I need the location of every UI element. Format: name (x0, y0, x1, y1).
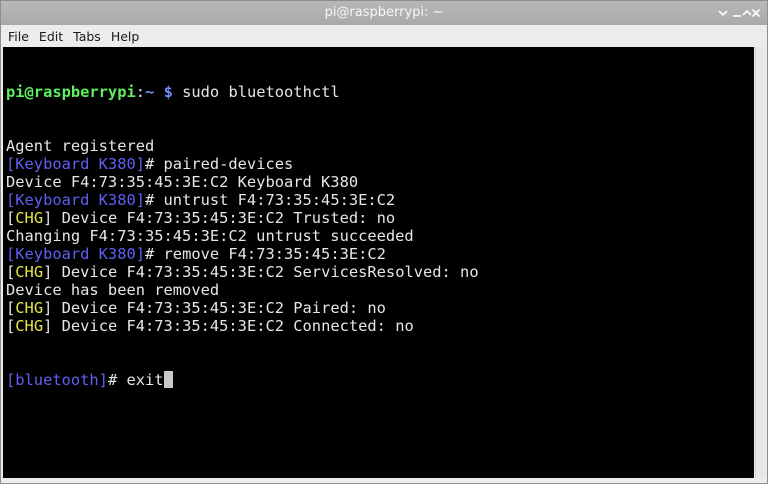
output-text: # remove F4:73:35:45:3E:C2 (145, 245, 386, 263)
menu-tabs[interactable]: Tabs (68, 29, 106, 44)
output-text: ] Device F4:73:35:45:3E:C2 Trusted: no (43, 209, 396, 227)
terminal-window: pi@raspberrypi: ~ File Edit Tabs Help pi… (0, 0, 768, 484)
chg-tag: CHG (15, 209, 44, 227)
prompt-path: ~ (145, 83, 155, 101)
text-cursor (163, 371, 173, 388)
output-text: [ (6, 209, 16, 227)
output-line: [CHG] Device F4:73:35:45:3E:C2 Paired: n… (6, 299, 479, 317)
output-text: [ (6, 263, 16, 281)
prompt-dollar: $ (154, 83, 173, 101)
menu-file[interactable]: File (1, 29, 34, 44)
input-line[interactable]: [bluetooth]# exit (6, 371, 479, 389)
output-line: Device F4:73:35:45:3E:C2 Keyboard K380 (6, 173, 479, 191)
chg-tag: CHG (15, 299, 44, 317)
output-line: [Keyboard K380]# remove F4:73:35:45:3E:C… (6, 245, 479, 263)
terminal-output[interactable]: pi@raspberrypi:~ $ sudo bluetoothctl Age… (3, 47, 754, 478)
prompt-separator: : (135, 83, 146, 101)
device-prompt: [Keyboard K380] (6, 155, 145, 173)
window-title: pi@raspberrypi: ~ (324, 5, 444, 20)
menu-edit[interactable]: Edit (34, 29, 68, 44)
output-line: [CHG] Device F4:73:35:45:3E:C2 Trusted: … (6, 209, 479, 227)
scrollbar[interactable] (755, 47, 766, 478)
prompt-user: pi@raspberrypi (6, 83, 136, 101)
prompt-command: sudo bluetoothctl (172, 83, 340, 101)
output-line: Agent registered (6, 137, 479, 155)
output-text: [ (6, 299, 16, 317)
device-prompt: [Keyboard K380] (6, 191, 145, 209)
output-text: [ (6, 317, 16, 335)
output-text: Device F4:73:35:45:3E:C2 Keyboard K380 (6, 173, 359, 191)
prompt-line: pi@raspberrypi:~ $ sudo bluetoothctl (6, 83, 479, 101)
menu-bar: File Edit Tabs Help (1, 25, 767, 47)
output-text: Device has been removed (6, 281, 220, 299)
output-text: ] Device F4:73:35:45:3E:C2 ServicesResol… (43, 263, 479, 281)
output-line: Changing F4:73:35:45:3E:C2 untrust succe… (6, 227, 479, 245)
output-line: [Keyboard K380]# untrust F4:73:35:45:3E:… (6, 191, 479, 209)
menu-help[interactable]: Help (106, 29, 145, 44)
device-prompt: [Keyboard K380] (6, 245, 145, 263)
output-line: [CHG] Device F4:73:35:45:3E:C2 Connected… (6, 317, 479, 335)
output-line: Device has been removed (6, 281, 479, 299)
chg-tag: CHG (15, 263, 44, 281)
output-line: [Keyboard K380]# paired-devices (6, 155, 479, 173)
output-text: # paired-devices (145, 155, 294, 173)
output-text: ] Device F4:73:35:45:3E:C2 Connected: no (43, 317, 414, 335)
output-text: # untrust F4:73:35:45:3E:C2 (145, 191, 396, 209)
chg-tag: CHG (15, 317, 44, 335)
title-bar[interactable]: pi@raspberrypi: ~ (1, 1, 767, 25)
output-text: ] Device F4:73:35:45:3E:C2 Paired: no (43, 299, 386, 317)
output-line: [CHG] Device F4:73:35:45:3E:C2 ServicesR… (6, 263, 479, 281)
output-text: Agent registered (6, 137, 155, 155)
input-text[interactable]: exit (126, 371, 163, 389)
input-hash: # (107, 371, 127, 389)
output-text: Changing F4:73:35:45:3E:C2 untrust succe… (6, 227, 414, 245)
input-prompt: [bluetooth] (6, 371, 108, 389)
close-icon[interactable] (747, 4, 765, 22)
